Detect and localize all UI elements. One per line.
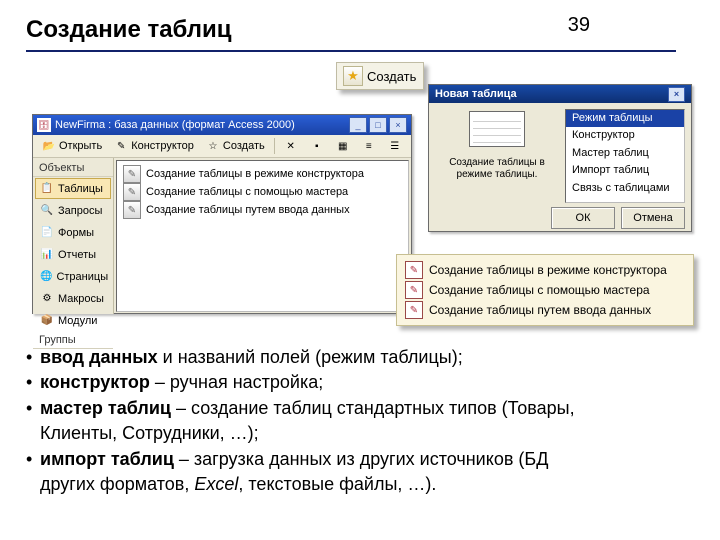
sidebar-item-label: Макросы <box>58 293 104 305</box>
bullet-item: мастер таблиц – создание таблиц стандарт… <box>26 397 680 420</box>
bullet-item: ввод данных и названий полей (режим табл… <box>26 346 680 369</box>
bullet-item: конструктор – ручная настройка; <box>26 371 680 394</box>
db-toolbar: 📂 Открыть ✎ Конструктор ☆ Создать ✕ ▪ ▦ … <box>33 135 411 158</box>
db-sidebar: Объекты 📋 Таблицы 🔍 Запросы 📄 Формы 📊 От… <box>33 158 114 314</box>
highlight-item[interactable]: ✎ Создание таблицы путем ввода данных <box>405 300 685 320</box>
close-icon[interactable]: × <box>668 87 685 102</box>
design-icon: ✎ <box>114 139 128 153</box>
dialog-caption: Создание таблицы в режиме таблицы. <box>435 157 559 181</box>
dialog-titlebar: Новая таблица × <box>429 85 691 103</box>
toolbar-open-button[interactable]: 📂 Открыть <box>37 136 107 156</box>
list-item-label: Создание таблицы в режиме конструктора <box>146 168 364 180</box>
highlight-item-label: Создание таблицы путем ввода данных <box>429 303 651 317</box>
page-number: 39 <box>568 14 590 37</box>
database-window: 🗄 NewFirma : база данных (формат Access … <box>32 114 412 314</box>
toolbar-view-list-button[interactable]: ≡ <box>357 136 381 156</box>
minimize-icon[interactable]: _ <box>349 117 367 133</box>
bullet-continuation: Клиенты, Сотрудники, …); <box>26 422 680 445</box>
sidebar-item-tables[interactable]: 📋 Таблицы <box>35 178 111 199</box>
sidebar-item-forms[interactable]: 📄 Формы <box>35 222 111 243</box>
toolbar-view-small-button[interactable]: ▪ <box>305 136 329 156</box>
option-import[interactable]: Импорт таблиц <box>566 162 684 179</box>
toolbar-design-button[interactable]: ✎ Конструктор <box>109 136 199 156</box>
macros-icon: ⚙ <box>40 292 54 306</box>
db-title-text: NewFirma : база данных (формат Access 20… <box>55 119 295 131</box>
list-item-label: Создание таблицы путем ввода данных <box>146 204 350 216</box>
list-item[interactable]: ✎ Создание таблицы путем ввода данных <box>121 201 404 219</box>
sidebar-item-label: Страницы <box>56 271 108 283</box>
highlight-panel: ✎ Создание таблицы в режиме конструктора… <box>396 254 694 326</box>
toolbar-view-details-button[interactable]: ☰ <box>383 136 407 156</box>
wizard-icon: ✎ <box>405 261 423 279</box>
highlight-item[interactable]: ✎ Создание таблицы с помощью мастера <box>405 280 685 300</box>
list-item[interactable]: ✎ Создание таблицы с помощью мастера <box>121 183 404 201</box>
title-divider <box>26 50 676 52</box>
wizard-icon: ✎ <box>405 281 423 299</box>
close-icon[interactable]: × <box>389 117 407 133</box>
list-icon: ≡ <box>362 139 376 153</box>
highlight-item[interactable]: ✎ Создание таблицы в режиме конструктора <box>405 260 685 280</box>
pages-icon: 🌐 <box>40 270 52 284</box>
wizard-icon: ✎ <box>123 201 141 219</box>
dialog-options-list: Режим таблицы Конструктор Мастер таблиц … <box>565 109 685 203</box>
option-designer[interactable]: Конструктор <box>566 127 684 144</box>
table-preview-icon <box>469 111 525 147</box>
delete-icon: ✕ <box>284 139 298 153</box>
db-titlebar: 🗄 NewFirma : база данных (формат Access … <box>33 115 411 135</box>
tables-icon: 📋 <box>40 182 54 196</box>
ok-button[interactable]: ОК <box>551 207 615 229</box>
list-item[interactable]: ✎ Создание таблицы в режиме конструктора <box>121 165 404 183</box>
list-item-label: Создание таблицы с помощью мастера <box>146 186 348 198</box>
option-datasheet-mode[interactable]: Режим таблицы <box>566 110 684 127</box>
sidebar-item-label: Модули <box>58 315 97 327</box>
sidebar-item-reports[interactable]: 📊 Отчеты <box>35 244 111 265</box>
new-table-dialog: Новая таблица × Создание таблицы в режим… <box>428 84 692 232</box>
toolbar-open-label: Открыть <box>59 140 102 152</box>
sidebar-item-label: Запросы <box>58 205 102 217</box>
sidebar-item-queries[interactable]: 🔍 Запросы <box>35 200 111 221</box>
bullet-continuation: других форматов, Excel, текстовые файлы,… <box>26 473 680 496</box>
sidebar-item-label: Формы <box>58 227 94 239</box>
sidebar-item-modules[interactable]: 📦 Модули <box>35 310 111 331</box>
toolbar-design-label: Конструктор <box>131 140 194 152</box>
toolbar-view-large-button[interactable]: ▦ <box>331 136 355 156</box>
details-icon: ☰ <box>388 139 402 153</box>
reports-icon: 📊 <box>40 248 54 262</box>
sidebar-item-pages[interactable]: 🌐 Страницы <box>35 266 111 287</box>
bullet-item: импорт таблиц – загрузка данных из други… <box>26 448 680 471</box>
forms-icon: 📄 <box>40 226 54 240</box>
modules-icon: 📦 <box>40 314 54 328</box>
db-object-list: ✎ Создание таблицы в режиме конструктора… <box>116 160 409 312</box>
wizard-icon: ✎ <box>123 183 141 201</box>
access-app-icon: 🗄 <box>37 118 51 132</box>
option-link[interactable]: Связь с таблицами <box>566 180 684 197</box>
maximize-icon[interactable]: □ <box>369 117 387 133</box>
dialog-title-text: Новая таблица <box>435 88 517 100</box>
toolbar-separator <box>274 138 275 154</box>
wizard-icon: ✎ <box>123 165 141 183</box>
wizard-icon: ✎ <box>405 301 423 319</box>
new-icon: ☆ <box>206 139 220 153</box>
toolbar-delete-button[interactable]: ✕ <box>279 136 303 156</box>
large-icons-icon: ▦ <box>336 139 350 153</box>
sidebar-item-label: Отчеты <box>58 249 96 261</box>
open-icon: 📂 <box>42 139 56 153</box>
create-button[interactable]: ★ Создать <box>336 62 424 90</box>
sidebar-item-label: Таблицы <box>58 183 103 195</box>
highlight-item-label: Создание таблицы в режиме конструктора <box>429 263 667 277</box>
small-icons-icon: ▪ <box>310 139 324 153</box>
dialog-preview-pane: Создание таблицы в режиме таблицы. <box>429 103 565 203</box>
new-star-icon: ★ <box>343 66 363 86</box>
option-wizard[interactable]: Мастер таблиц <box>566 145 684 162</box>
cancel-button[interactable]: Отмена <box>621 207 685 229</box>
sidebar-item-macros[interactable]: ⚙ Макросы <box>35 288 111 309</box>
sidebar-heading: Объекты <box>33 160 113 177</box>
page-title: Создание таблиц <box>26 16 232 44</box>
create-button-label: Создать <box>367 69 416 84</box>
queries-icon: 🔍 <box>40 204 54 218</box>
bullet-list: ввод данных и названий полей (режим табл… <box>26 346 680 498</box>
highlight-item-label: Создание таблицы с помощью мастера <box>429 283 650 297</box>
toolbar-create-label: Создать <box>223 140 265 152</box>
toolbar-create-button[interactable]: ☆ Создать <box>201 136 270 156</box>
